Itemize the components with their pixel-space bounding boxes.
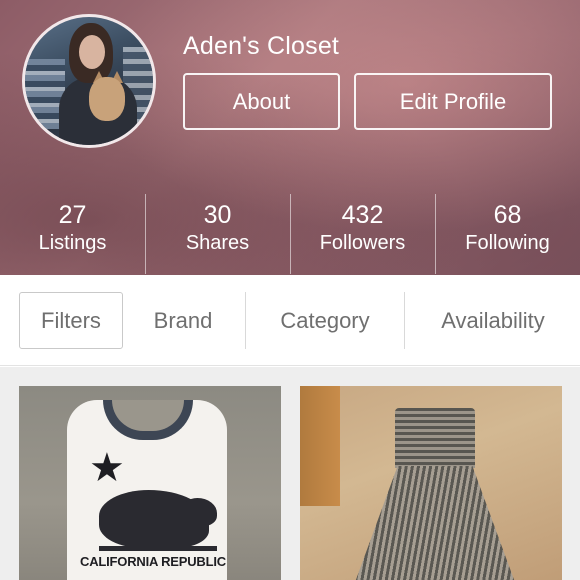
stat-listings[interactable]: 27 Listings <box>0 193 145 275</box>
listing-tile[interactable]: ★ CALIFORNIA REPUBLIC <box>19 386 281 580</box>
closet-name: Aden's Closet <box>183 32 340 60</box>
bear-graphic-head <box>181 498 217 526</box>
filter-availability[interactable]: Availability <box>406 292 580 349</box>
listing-image-door <box>300 386 340 506</box>
listing-image-dress-skirt <box>350 466 520 580</box>
filter-category[interactable]: Category <box>246 292 404 349</box>
edit-profile-button[interactable]: Edit Profile <box>354 73 552 130</box>
profile-header: Aden's Closet About Edit Profile 27 List… <box>0 0 580 275</box>
listings-grid: ★ CALIFORNIA REPUBLIC <box>0 367 580 580</box>
stat-following[interactable]: 68 Following <box>435 193 580 275</box>
bear-graphic-ground <box>99 546 217 551</box>
avatar[interactable] <box>22 14 156 148</box>
avatar-cat <box>89 77 125 121</box>
stat-value: 30 <box>203 201 232 229</box>
star-icon: ★ <box>89 446 125 490</box>
stat-value: 68 <box>493 201 522 229</box>
shirt-print-text: CALIFORNIA REPUBLIC <box>80 554 226 569</box>
stat-shares[interactable]: 30 Shares <box>145 193 290 275</box>
listing-image-dress-bodice <box>395 408 475 468</box>
stat-label: Shares <box>185 232 250 254</box>
stat-followers[interactable]: 432 Followers <box>290 193 435 275</box>
stat-label: Following <box>465 232 550 254</box>
filter-brand[interactable]: Brand <box>128 292 238 349</box>
stat-label: Listings <box>38 232 107 254</box>
filter-bar: Filters Brand Category Availability <box>0 275 580 366</box>
stat-label: Followers <box>319 232 406 254</box>
stat-value: 432 <box>341 201 384 229</box>
avatar-person-face <box>79 35 105 69</box>
filter-divider <box>404 292 405 349</box>
about-button[interactable]: About <box>183 73 340 130</box>
listing-tile[interactable] <box>300 386 562 580</box>
stat-value: 27 <box>58 201 87 229</box>
profile-stats: 27 Listings 30 Shares 432 Followers 68 F… <box>0 193 580 275</box>
filters-button[interactable]: Filters <box>19 292 123 349</box>
